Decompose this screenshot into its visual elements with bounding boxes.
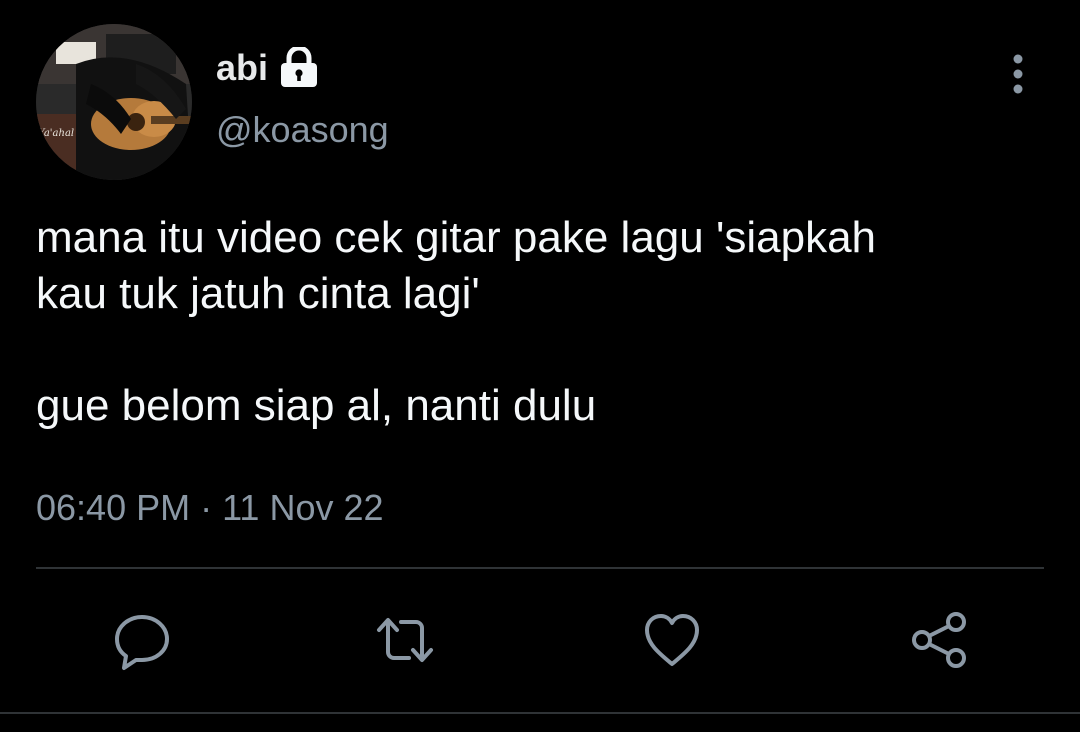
user-handle[interactable]: @koasong (216, 106, 389, 154)
divider (36, 567, 1044, 569)
display-name[interactable]: abi (216, 44, 268, 92)
divider (0, 712, 1080, 714)
reply-button[interactable] (110, 608, 174, 672)
svg-text:Ya'ahal: Ya'ahal (38, 128, 74, 139)
tweet-text-line: kau tuk jatuh cinta lagi' (36, 269, 480, 318)
share-icon (912, 612, 966, 668)
retweet-button[interactable] (373, 608, 437, 672)
avatar[interactable]: Ya'ahal (36, 24, 192, 180)
tweet-card: Ya'ahal abi @koasong mana itu video cek … (0, 0, 1080, 732)
tweet-text: mana itu video cek gitar pake lagu 'siap… (36, 210, 1036, 434)
lock-icon (278, 47, 320, 89)
heart-icon (645, 614, 699, 666)
author-row: abi (216, 44, 320, 92)
tweet-text-line: mana itu video cek gitar pake lagu 'siap… (36, 213, 877, 262)
more-options-button[interactable] (996, 48, 1040, 102)
more-vertical-icon (1013, 54, 1023, 94)
share-button[interactable] (908, 608, 972, 672)
retweet-icon (377, 618, 433, 662)
tweet-timestamp[interactable]: 06:40 PM · 11 Nov 22 (36, 486, 384, 530)
reply-icon (115, 615, 169, 670)
tweet-text-line: gue belom siap al, nanti dulu (36, 381, 597, 430)
like-button[interactable] (640, 608, 704, 672)
